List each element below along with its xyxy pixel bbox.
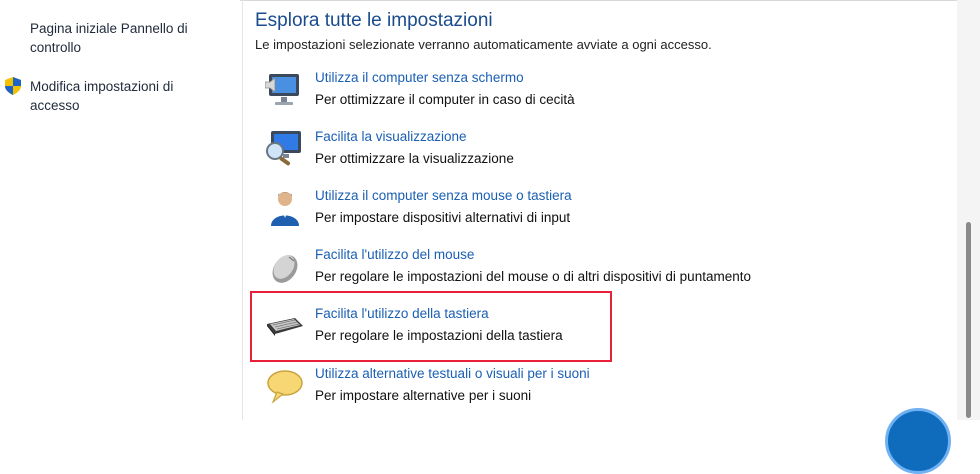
- vertical-scrollbar[interactable]: [957, 0, 980, 420]
- control-panel-home-link[interactable]: Pagina iniziale Pannello di controllo: [30, 19, 205, 57]
- highlight-box: [250, 291, 612, 362]
- item-desc: Per impostare dispositivi alternativi di…: [315, 210, 571, 225]
- item-link-no-display[interactable]: Utilizza il computer senza schermo: [315, 70, 524, 85]
- list-item: Utilizza alternative testuali o visuali …: [265, 366, 865, 418]
- item-desc: Per ottimizzare la visualizzazione: [315, 151, 514, 166]
- item-desc: Per ottimizzare il computer in caso di c…: [315, 92, 575, 107]
- user-icon: [271, 192, 299, 226]
- page-subtitle: Le impostazioni selezionate verranno aut…: [255, 37, 712, 52]
- speech-bubble-icon: [267, 370, 303, 404]
- item-link-sound-alternatives[interactable]: Utilizza alternative testuali o visuali …: [315, 366, 590, 381]
- item-link-display[interactable]: Facilita la visualizzazione: [315, 129, 467, 144]
- sidebar: Pagina iniziale Pannello di controllo Mo…: [0, 0, 240, 420]
- scrollbar-thumb[interactable]: [966, 222, 971, 418]
- uac-shield-icon: [5, 77, 21, 95]
- sign-in-settings-link[interactable]: Modifica impostazioni di accesso: [30, 77, 205, 115]
- list-item: Facilita la visualizzazione Per ottimizz…: [265, 129, 865, 181]
- item-link-mouse[interactable]: Facilita l'utilizzo del mouse: [315, 247, 474, 262]
- item-link-no-mouse-keyboard[interactable]: Utilizza il computer senza mouse o tasti…: [315, 188, 572, 203]
- monitor-magnifier-icon: [266, 131, 301, 166]
- item-desc: Per impostare alternative per i suoni: [315, 388, 532, 403]
- page-title: Esplora tutte le impostazioni: [255, 10, 493, 31]
- list-item: Utilizza il computer senza mouse o tasti…: [265, 188, 865, 240]
- item-desc: Per regolare le impostazioni del mouse o…: [315, 269, 751, 284]
- monitor-speaker-icon: [265, 74, 299, 105]
- main-content: Esplora tutte le impostazioni Le imposta…: [243, 0, 955, 420]
- floating-action-button[interactable]: [885, 408, 951, 474]
- list-item: Utilizza il computer senza schermo Per o…: [265, 70, 865, 122]
- mouse-icon: [272, 255, 298, 283]
